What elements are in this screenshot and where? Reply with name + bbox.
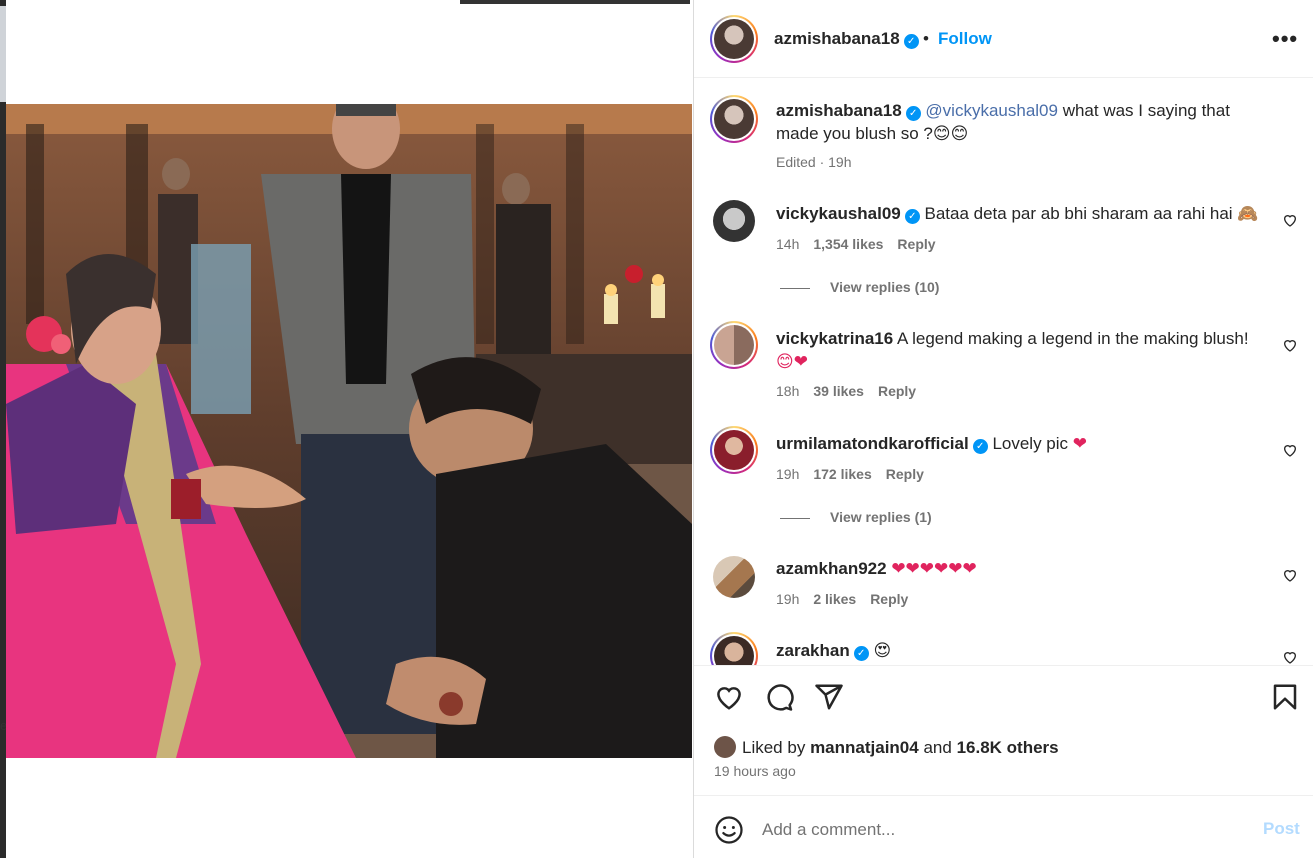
view-replies-label[interactable]: View replies (1) bbox=[830, 509, 932, 525]
comments-list[interactable]: azmishabana18 ✓ @vickykaushal09 what was … bbox=[694, 79, 1313, 665]
comment-meta: 18h 39 likes Reply bbox=[776, 383, 930, 399]
comment-text: urmilamatondkarofficial ✓ Lovely pic ❤ bbox=[776, 432, 1276, 456]
post-header: azmishabana18 ✓ • Follow ••• bbox=[694, 0, 1313, 78]
comment-username[interactable]: vickykaushal09 bbox=[776, 204, 901, 223]
replies-line bbox=[780, 517, 810, 519]
comment-like-heart-icon[interactable] bbox=[1282, 567, 1298, 583]
verified-icon: ✓ bbox=[903, 34, 919, 49]
post-button[interactable]: Post bbox=[1263, 819, 1300, 839]
comment-like-heart-icon[interactable] bbox=[1282, 337, 1298, 353]
comment-username[interactable]: vickykatrina16 bbox=[776, 329, 893, 348]
emoji-icon[interactable] bbox=[714, 815, 744, 845]
comment-avatar[interactable] bbox=[710, 321, 758, 369]
backdrop-strip bbox=[460, 0, 690, 4]
caption-meta: Edited · 19h bbox=[776, 154, 852, 170]
comment-likes[interactable]: 1,354 likes bbox=[813, 236, 883, 252]
comment-avatar[interactable] bbox=[710, 632, 758, 665]
caption-text: azmishabana18 ✓ @vickykaushal09 what was … bbox=[776, 99, 1276, 146]
comment-emoji: 😊❤ bbox=[776, 352, 808, 372]
comment-text: vickykatrina16 A legend making a legend … bbox=[776, 327, 1276, 374]
comment-time: 14h bbox=[776, 236, 800, 252]
comment-like-heart-icon[interactable] bbox=[1282, 442, 1298, 458]
heart-icon[interactable] bbox=[714, 682, 744, 712]
comment-meta: 19h 2 likes Reply bbox=[776, 591, 922, 607]
comment-icon[interactable] bbox=[764, 682, 794, 712]
liked-by: Liked by mannatjain04 and 16.8K others bbox=[714, 736, 1059, 758]
comment-time: 19h bbox=[776, 591, 800, 607]
caption-emoji: 😊😊 bbox=[932, 124, 969, 144]
comment-emoji: ❤❤❤❤❤❤ bbox=[891, 559, 977, 579]
comment-text: vickykaushal09 ✓ Bataa deta par ab bhi sh… bbox=[776, 202, 1276, 226]
liked-by-prefix: Liked by bbox=[742, 738, 806, 757]
comment-avatar[interactable] bbox=[713, 556, 755, 598]
author-username[interactable]: azmishabana18 ✓ bbox=[774, 29, 919, 49]
comment-time: 18h bbox=[776, 383, 800, 399]
liked-by-and: and bbox=[923, 738, 952, 757]
verified-icon: ✓ bbox=[972, 439, 988, 454]
comment-username[interactable]: urmilamatondkarofficial bbox=[776, 434, 969, 453]
follow-button[interactable]: Follow bbox=[938, 29, 992, 49]
comment-like-heart-icon[interactable] bbox=[1282, 649, 1298, 665]
share-icon[interactable] bbox=[814, 682, 844, 712]
comment-avatar[interactable] bbox=[710, 426, 758, 474]
header-separator: • bbox=[923, 29, 929, 48]
comment-meta: 19h 172 likes Reply bbox=[776, 466, 938, 482]
comment-text: zarakhan ✓ 😍 bbox=[776, 639, 1276, 663]
likes-others[interactable]: 16.8K others bbox=[957, 738, 1059, 757]
liker-username[interactable]: mannatjain04 bbox=[810, 738, 919, 757]
reply-button[interactable]: Reply bbox=[886, 466, 924, 482]
reply-button[interactable]: Reply bbox=[897, 236, 935, 252]
replies-line bbox=[780, 287, 810, 289]
reply-button[interactable]: Reply bbox=[878, 383, 916, 399]
author-name[interactable]: azmishabana18 bbox=[774, 29, 900, 48]
comment-username[interactable]: azamkhan922 bbox=[776, 559, 887, 578]
comment-bar: Post bbox=[694, 795, 1313, 858]
view-replies-label[interactable]: View replies (10) bbox=[830, 279, 939, 295]
post-photo[interactable] bbox=[6, 104, 692, 758]
reply-button[interactable]: Reply bbox=[870, 591, 908, 607]
comment-input[interactable] bbox=[762, 816, 1222, 844]
liker-avatar[interactable] bbox=[714, 736, 736, 758]
comment-body: Lovely pic bbox=[987, 434, 1073, 453]
comment-emoji: 😍 bbox=[873, 641, 892, 661]
comment-likes[interactable]: 39 likes bbox=[813, 383, 864, 399]
comment-likes[interactable]: 2 likes bbox=[813, 591, 856, 607]
comment-emoji: 🙈 bbox=[1237, 204, 1259, 224]
comment-likes[interactable]: 172 likes bbox=[813, 466, 871, 482]
caption-username[interactable]: azmishabana18 bbox=[776, 101, 902, 120]
comment-like-heart-icon[interactable] bbox=[1282, 212, 1298, 228]
comment-emoji: ❤ bbox=[1072, 434, 1088, 454]
comment-meta: 14h 1,354 likes Reply bbox=[776, 236, 950, 252]
post-side-panel: azmishabana18 ✓ • Follow ••• azmishabana1… bbox=[693, 0, 1313, 858]
comment-avatar[interactable] bbox=[713, 200, 755, 242]
comment-username[interactable]: zarakhan bbox=[776, 641, 850, 660]
bookmark-icon[interactable] bbox=[1270, 682, 1300, 712]
edge-glyph: e bbox=[0, 718, 6, 733]
post-photo-illustration bbox=[6, 104, 692, 758]
post-time[interactable]: 19 hours ago bbox=[714, 763, 796, 779]
media-pane: e bbox=[0, 0, 693, 858]
backdrop-edge-light bbox=[0, 6, 6, 102]
comment-time: 19h bbox=[776, 466, 800, 482]
verified-icon: ✓ bbox=[853, 646, 869, 661]
more-icon[interactable]: ••• bbox=[1272, 26, 1298, 52]
comment-text: azamkhan922 ❤❤❤❤❤❤ bbox=[776, 557, 1276, 581]
verified-icon: ✓ bbox=[904, 209, 920, 224]
author-avatar[interactable] bbox=[710, 15, 758, 63]
comment-body: A legend making a legend in the making b… bbox=[893, 329, 1249, 348]
caption-avatar[interactable] bbox=[710, 95, 758, 143]
verified-icon: ✓ bbox=[905, 106, 921, 121]
comment-body: Bataa deta par ab bhi sharam aa rahi hai bbox=[919, 204, 1238, 223]
post-actions: Liked by mannatjain04 and 16.8K others 1… bbox=[694, 665, 1313, 795]
view-replies-button[interactable]: View replies (10) bbox=[780, 279, 939, 295]
view-replies-button[interactable]: View replies (1) bbox=[780, 509, 932, 525]
caption-mention[interactable]: @vickykaushal09 bbox=[925, 101, 1058, 120]
